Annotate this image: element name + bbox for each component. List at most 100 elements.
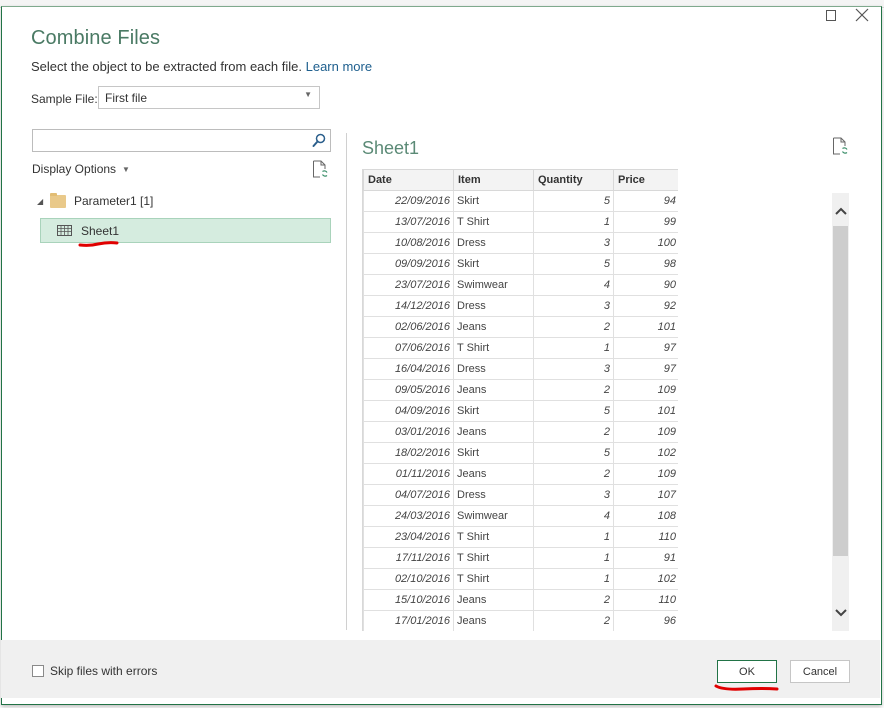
table-row: 09/05/2016 Jeans 2 109 [363,379,678,401]
cell-price: 100 [613,232,678,254]
cell-date: 09/05/2016 [363,379,454,401]
column-header-item: Item [453,169,534,191]
cell-price: 96 [613,610,678,631]
table-row: 10/08/2016 Dress 3 100 [363,232,678,254]
cell-price: 109 [613,421,678,443]
cell-quantity: 2 [533,589,614,611]
sample-file-dropdown[interactable]: First file ▼ [98,86,320,109]
table-row: 02/06/2016 Jeans 2 101 [363,316,678,338]
cell-quantity: 2 [533,463,614,485]
refresh-icon[interactable] [832,137,848,155]
cell-item: Swimwear [453,505,534,527]
navigator-search-input[interactable] [32,129,331,152]
cell-date: 09/09/2016 [363,253,454,275]
cell-item: Skirt [453,253,534,275]
table-row: 13/07/2016 T Shirt 1 99 [363,211,678,233]
cell-quantity: 4 [533,274,614,296]
skip-files-with-errors-checkbox[interactable]: Skip files with errors [32,664,157,678]
table-row: 07/06/2016 T Shirt 1 97 [363,337,678,359]
cell-price: 110 [613,589,678,611]
table-row: 04/09/2016 Skirt 5 101 [363,400,678,422]
display-options-button[interactable]: Display Options ▼ [32,162,130,176]
collapse-triangle-icon[interactable]: ◢ [37,197,47,206]
cell-quantity: 2 [533,610,614,631]
close-icon [855,8,869,22]
preview-scrollbar[interactable] [832,193,849,631]
cell-date: 18/02/2016 [363,442,454,464]
cell-date: 02/06/2016 [363,316,454,338]
folder-icon [50,192,66,208]
cell-item: T Shirt [453,568,534,590]
cell-item: Skirt [453,400,534,422]
cell-item: Skirt [453,190,534,212]
cell-date: 03/01/2016 [363,421,454,443]
cell-item: Jeans [453,589,534,611]
cell-date: 14/12/2016 [363,295,454,317]
cell-price: 97 [613,337,678,359]
cell-item: Skirt [453,442,534,464]
cell-price: 108 [613,505,678,527]
scroll-thumb[interactable] [833,226,848,556]
search-icon[interactable] [312,133,326,148]
cell-quantity: 3 [533,358,614,380]
close-button[interactable] [851,4,873,26]
table-row: 23/07/2016 Swimwear 4 90 [363,274,678,296]
table-row: 01/11/2016 Jeans 2 109 [363,463,678,485]
cell-price: 98 [613,253,678,275]
cell-date: 22/09/2016 [363,190,454,212]
sample-file-value: First file [105,91,147,105]
cell-item: T Shirt [453,547,534,569]
cell-price: 102 [613,568,678,590]
cancel-button[interactable]: Cancel [790,660,850,683]
cell-item: Dress [453,232,534,254]
cell-date: 04/09/2016 [363,400,454,422]
cell-quantity: 5 [533,442,614,464]
table-row: 02/10/2016 T Shirt 1 102 [363,568,678,590]
tree-item-sheet1[interactable]: Sheet1 [40,218,331,243]
cell-price: 92 [613,295,678,317]
table-row: 15/10/2016 Jeans 2 110 [363,589,678,611]
table-row: 24/03/2016 Swimwear 4 108 [363,505,678,527]
folder-label: Parameter1 [1] [74,194,154,208]
cell-item: Jeans [453,316,534,338]
cell-quantity: 4 [533,505,614,527]
table-row: 17/01/2016 Jeans 2 96 [363,610,678,631]
preview-title: Sheet1 [362,138,420,158]
cell-date: 24/03/2016 [363,505,454,527]
sample-file-label: Sample File: [31,92,98,106]
table-row: 14/12/2016 Dress 3 92 [363,295,678,317]
tree-folder-parameter1[interactable]: ◢ Parameter1 [1] [37,192,153,210]
cell-quantity: 2 [533,379,614,401]
chevron-down-icon [834,609,847,617]
cell-price: 99 [613,211,678,233]
cell-price: 109 [613,463,678,485]
maximize-icon [826,9,836,21]
cell-quantity: 1 [533,526,614,548]
maximize-button[interactable] [820,4,842,26]
cell-quantity: 3 [533,484,614,506]
learn-more-link[interactable]: Learn more [306,59,372,74]
scroll-up-button[interactable] [832,196,849,226]
cell-quantity: 2 [533,316,614,338]
cell-date: 01/11/2016 [363,463,454,485]
cell-date: 15/10/2016 [363,589,454,611]
dialog-title: Combine Files [31,27,161,49]
scroll-down-button[interactable] [832,598,849,628]
cell-date: 17/11/2016 [363,547,454,569]
cell-quantity: 3 [533,232,614,254]
cell-item: T Shirt [453,526,534,548]
cell-price: 101 [613,400,678,422]
pane-divider[interactable] [346,133,347,630]
table-icon [57,224,72,236]
table-row: 17/11/2016 T Shirt 1 91 [363,547,678,569]
ok-button[interactable]: OK [717,660,777,683]
cell-date: 10/08/2016 [363,232,454,254]
cell-date: 23/04/2016 [363,526,454,548]
table-row: 09/09/2016 Skirt 5 98 [363,253,678,275]
refresh-icon[interactable] [312,160,328,178]
skip-files-label: Skip files with errors [50,664,158,678]
display-options-label: Display Options [32,162,117,176]
chevron-down-icon: ▼ [304,90,312,99]
chevron-up-icon [834,207,847,215]
checkbox-box[interactable] [32,665,44,677]
